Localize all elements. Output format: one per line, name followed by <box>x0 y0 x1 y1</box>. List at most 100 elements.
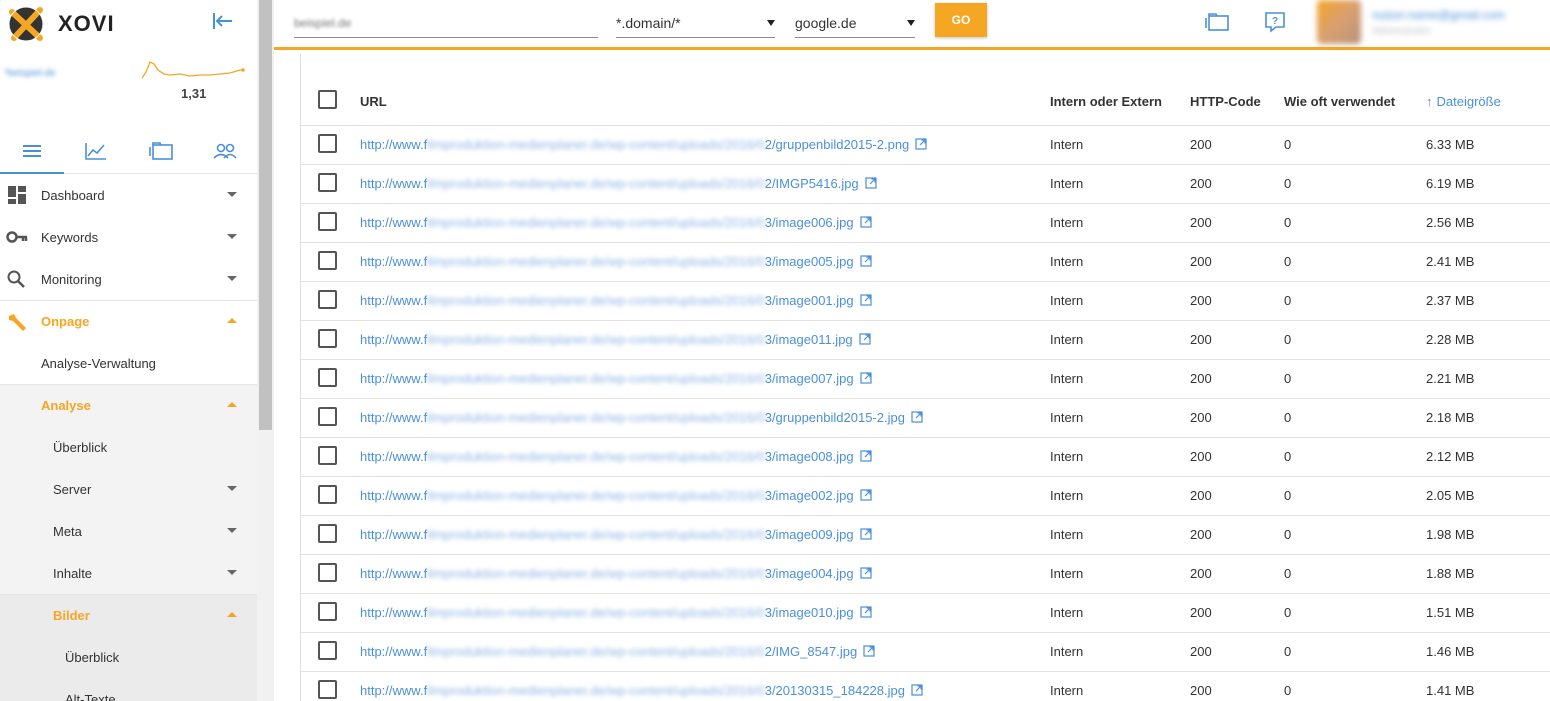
visibility-domain[interactable]: *beispiel.de <box>4 68 56 79</box>
table-row[interactable]: http://www.filmproduktion-medienplaner.d… <box>301 281 1550 321</box>
row-checkbox[interactable] <box>318 289 337 309</box>
avatar[interactable] <box>1317 0 1361 44</box>
domain-input[interactable] <box>294 15 598 30</box>
url-link[interactable]: http://www.filmproduktion-medienplaner.d… <box>360 566 872 581</box>
url-redacted-date: 2016/0 <box>724 605 765 620</box>
menu-label: Server <box>53 481 92 497</box>
projects-icon[interactable] <box>1204 10 1230 34</box>
row-checkbox[interactable] <box>318 523 337 543</box>
external-link-icon[interactable] <box>865 177 877 189</box>
row-checkbox[interactable] <box>318 445 337 465</box>
external-link-icon[interactable] <box>863 645 875 657</box>
menu-item-monitoring[interactable]: Monitoring <box>0 258 257 300</box>
table-row[interactable]: http://www.filmproduktion-medienplaner.d… <box>301 398 1550 438</box>
tab-menu[interactable] <box>0 128 65 174</box>
menu-item-analyse-verwaltung[interactable]: Analyse-Verwaltung <box>0 342 257 384</box>
url-link[interactable]: http://www.filmproduktion-medienplaner.d… <box>360 410 923 425</box>
row-checkbox[interactable] <box>318 250 337 270</box>
external-link-icon[interactable] <box>860 450 872 462</box>
table-row[interactable]: http://www.filmproduktion-medienplaner.d… <box>301 320 1550 360</box>
url-link[interactable]: http://www.filmproduktion-medienplaner.d… <box>360 605 872 620</box>
url-link[interactable]: http://www.filmproduktion-medienplaner.d… <box>360 644 875 659</box>
tab-charts[interactable] <box>64 128 128 173</box>
table-row[interactable]: http://www.filmproduktion-medienplaner.d… <box>301 671 1550 701</box>
url-link[interactable]: http://www.filmproduktion-medienplaner.d… <box>360 527 872 542</box>
external-link-icon[interactable] <box>915 138 927 150</box>
external-link-icon[interactable] <box>911 684 923 696</box>
url-link[interactable]: http://www.filmproduktion-medienplaner.d… <box>360 449 872 464</box>
external-link-icon[interactable] <box>860 567 872 579</box>
go-button[interactable]: GO <box>935 3 987 37</box>
table-row[interactable]: http://www.filmproduktion-medienplaner.d… <box>301 632 1550 672</box>
menu-item-ueberblick[interactable]: Überblick <box>0 426 257 468</box>
menu-item-analyse[interactable]: Analyse <box>0 384 257 426</box>
row-checkbox[interactable] <box>318 406 337 426</box>
tab-projects[interactable] <box>129 128 193 173</box>
menu-item-inhalte[interactable]: Inhalte <box>0 552 257 594</box>
header-file-size[interactable]: ↑ Dateigröße <box>1426 54 1550 126</box>
tab-users[interactable] <box>193 128 257 173</box>
menu-item-server[interactable]: Server <box>0 468 257 510</box>
external-link-icon[interactable] <box>860 489 872 501</box>
table-row[interactable]: http://www.filmproduktion-medienplaner.d… <box>301 203 1550 243</box>
external-link-icon[interactable] <box>860 294 872 306</box>
header-used[interactable]: Wie oft verwendet <box>1284 54 1426 126</box>
table-row[interactable]: http://www.filmproduktion-medienplaner.d… <box>301 515 1550 555</box>
collapse-sidebar-icon[interactable] <box>211 10 235 32</box>
table-row[interactable]: http://www.filmproduktion-medienplaner.d… <box>301 593 1550 633</box>
user-email[interactable]: nutzer.name@gmail.com <box>1372 8 1505 22</box>
row-checkbox[interactable] <box>318 601 337 621</box>
menu-item-bilder-ueberblick[interactable]: Überblick <box>0 636 257 678</box>
table-row[interactable]: http://www.filmproduktion-medienplaner.d… <box>301 242 1550 282</box>
table-row[interactable]: http://www.filmproduktion-medienplaner.d… <box>301 476 1550 516</box>
table-row[interactable]: http://www.filmproduktion-medienplaner.d… <box>301 359 1550 399</box>
scrollbar-thumb[interactable] <box>259 0 272 430</box>
url-link[interactable]: http://www.filmproduktion-medienplaner.d… <box>360 176 877 191</box>
url-link[interactable]: http://www.filmproduktion-medienplaner.d… <box>360 293 872 308</box>
row-checkbox[interactable] <box>318 133 337 153</box>
logo[interactable]: XOVI <box>6 2 115 46</box>
url-link[interactable]: http://www.filmproduktion-medienplaner.d… <box>360 488 872 503</box>
row-checkbox[interactable] <box>318 562 337 582</box>
external-link-icon[interactable] <box>911 411 923 423</box>
url-link[interactable]: http://www.filmproduktion-medienplaner.d… <box>360 137 927 152</box>
external-link-icon[interactable] <box>860 372 872 384</box>
header-intern[interactable]: Intern oder Extern <box>1050 54 1190 126</box>
engine-select[interactable]: google.de <box>795 8 915 38</box>
menu-item-alt-texte[interactable]: Alt-Texte <box>0 678 257 701</box>
row-checkbox[interactable] <box>318 211 337 231</box>
scope-select[interactable]: *.domain/* <box>616 8 775 38</box>
row-checkbox[interactable] <box>318 679 337 699</box>
menu-item-dashboard[interactable]: Dashboard <box>0 174 257 216</box>
table-row[interactable]: http://www.filmproduktion-medienplaner.d… <box>301 125 1550 165</box>
domain-field[interactable] <box>294 8 598 38</box>
help-icon[interactable]: ? <box>1262 10 1288 34</box>
row-checkbox[interactable] <box>318 172 337 192</box>
table-row[interactable]: http://www.filmproduktion-medienplaner.d… <box>301 164 1550 204</box>
external-link-icon[interactable] <box>860 606 872 618</box>
header-http-code[interactable]: HTTP-Code <box>1190 54 1284 126</box>
url-link[interactable]: http://www.filmproduktion-medienplaner.d… <box>360 371 872 386</box>
header-url[interactable]: URL <box>360 54 1050 126</box>
row-checkbox[interactable] <box>318 328 337 348</box>
row-checkbox[interactable] <box>318 367 337 387</box>
menu-item-bilder[interactable]: Bilder <box>0 594 257 636</box>
used-count-cell: 0 <box>1284 398 1426 438</box>
sidebar-scrollbar[interactable] <box>257 0 274 701</box>
select-all-checkbox[interactable] <box>318 90 337 110</box>
external-link-icon[interactable] <box>860 216 872 228</box>
url-link[interactable]: http://www.filmproduktion-medienplaner.d… <box>360 215 872 230</box>
menu-item-keywords[interactable]: Keywords <box>0 216 257 258</box>
menu-item-meta[interactable]: Meta <box>0 510 257 552</box>
url-link[interactable]: http://www.filmproduktion-medienplaner.d… <box>360 683 923 698</box>
menu-item-onpage[interactable]: Onpage <box>0 300 257 342</box>
url-link[interactable]: http://www.filmproduktion-medienplaner.d… <box>360 254 872 269</box>
external-link-icon[interactable] <box>860 528 872 540</box>
url-link[interactable]: http://www.filmproduktion-medienplaner.d… <box>360 332 871 347</box>
external-link-icon[interactable] <box>859 333 871 345</box>
table-row[interactable]: http://www.filmproduktion-medienplaner.d… <box>301 554 1550 594</box>
table-row[interactable]: http://www.filmproduktion-medienplaner.d… <box>301 437 1550 477</box>
row-checkbox[interactable] <box>318 484 337 504</box>
row-checkbox[interactable] <box>318 640 337 660</box>
external-link-icon[interactable] <box>860 255 872 267</box>
